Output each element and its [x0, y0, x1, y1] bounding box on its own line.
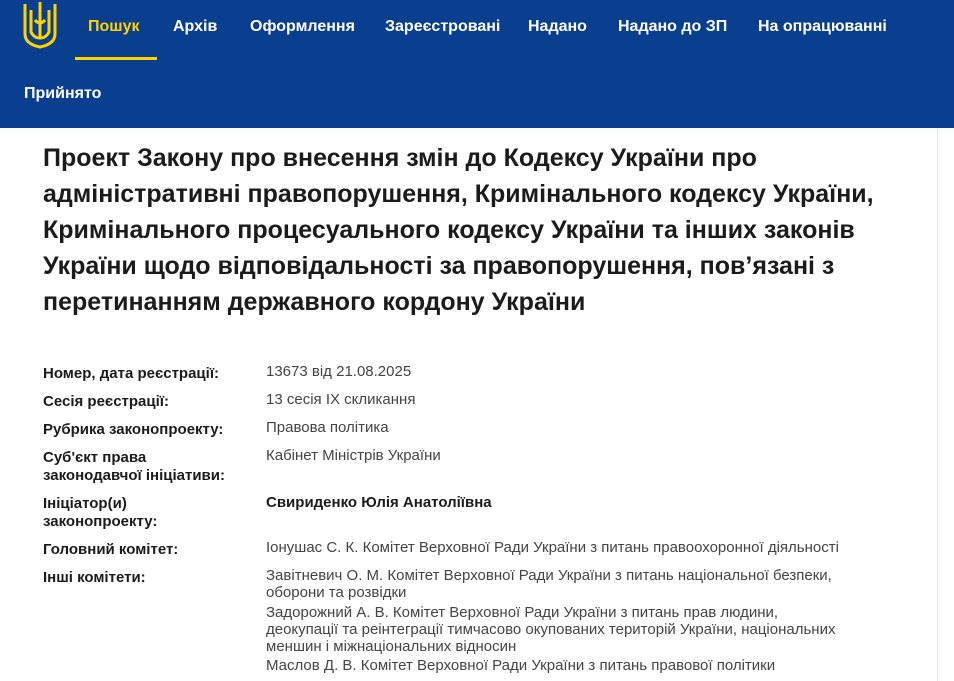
- main-committee-value: Іонушас С. К. Комітет Верховної Ради Укр…: [266, 539, 839, 556]
- other-committee-line: деокупації та реінтеграції тимчасово оку…: [266, 621, 836, 638]
- subject-label-line-1: Суб'єкт права: [43, 449, 147, 466]
- rubric-value: Правова політика: [266, 419, 389, 436]
- nav-tab-submitted-to-plenary[interactable]: Надано до ЗП: [618, 0, 727, 56]
- reg-number-label: Номер, дата реєстрації:: [43, 365, 220, 382]
- nav-tab-adopted[interactable]: Прийнято: [24, 72, 101, 116]
- initiator-label-line-2: законопроекту:: [43, 513, 158, 530]
- other-committee-line: оборони та розвідки: [266, 584, 407, 601]
- rubric-label: Рубрика законопроекту:: [43, 421, 224, 438]
- tryzub-icon[interactable]: [22, 0, 58, 50]
- other-committee-line: Задорожний А. В. Комітет Верховної Ради …: [266, 604, 779, 621]
- subject-value: Кабінет Міністрів України: [266, 447, 441, 464]
- initiator-label-line-1: Ініціатор(и): [43, 495, 127, 512]
- nav-tab-drafting[interactable]: Оформлення: [250, 0, 355, 56]
- page-scrollbar[interactable]: [937, 128, 954, 681]
- other-committee-line: Маслов Д. В. Комітет Верховної Ради Укра…: [266, 657, 776, 674]
- nav-tab-archive[interactable]: Архів: [173, 0, 217, 56]
- bill-title: Проект Закону про внесення змін до Кодек…: [43, 144, 874, 316]
- nav-tab-search[interactable]: Пошук: [88, 0, 140, 56]
- nav-tab-in-processing[interactable]: На опрацюванні: [758, 0, 887, 56]
- other-committee-line: меншин і міжнаціональних відносин: [266, 638, 517, 655]
- main-committee-label: Головний комітет:: [43, 541, 179, 558]
- active-tab-indicator: [75, 57, 157, 60]
- other-committees-label: Інші комітети:: [43, 569, 146, 586]
- nav-tab-registered[interactable]: Зареєстровані: [385, 0, 500, 56]
- nav-tab-submitted[interactable]: Надано: [528, 0, 587, 56]
- other-committee-line: Завітневич О. М. Комітет Верховної Ради …: [266, 567, 832, 584]
- session-label: Сесія реєстрації:: [43, 393, 169, 410]
- top-navigation-bar: Пошук Архів Оформлення Зареєстровані Над…: [0, 0, 954, 128]
- reg-number-value: 13673 від 21.08.2025: [266, 363, 412, 380]
- subject-label-line-2: законодавчої ініціативи:: [43, 467, 225, 484]
- initiator-value[interactable]: Свириденко Юлія Анатоліївна: [266, 494, 916, 511]
- session-value: 13 сесія IX скликання: [266, 391, 416, 408]
